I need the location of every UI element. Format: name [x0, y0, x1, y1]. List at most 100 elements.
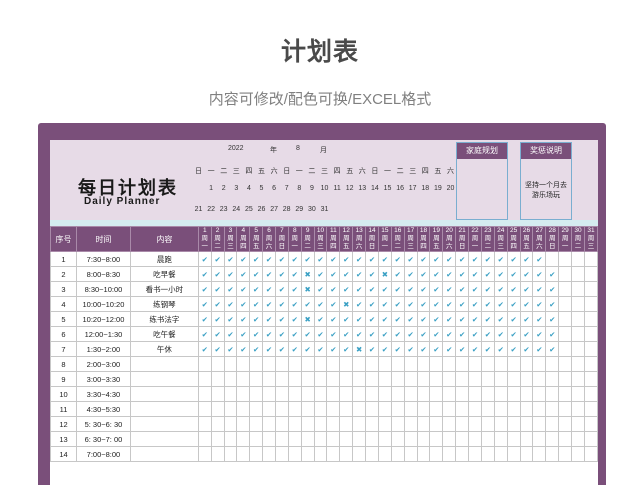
- day-cell[interactable]: [519, 386, 534, 402]
- check-icon[interactable]: ✔: [390, 311, 405, 327]
- day-cell[interactable]: [339, 386, 354, 402]
- day-cell[interactable]: [532, 446, 547, 462]
- day-cell[interactable]: [352, 356, 367, 372]
- check-icon[interactable]: ✔: [519, 311, 534, 327]
- check-icon[interactable]: ✔: [249, 341, 264, 357]
- check-icon[interactable]: ✔: [468, 251, 482, 267]
- row-content[interactable]: 看书一小时: [129, 281, 199, 297]
- row-time[interactable]: 10:00~10:20: [75, 296, 131, 312]
- row-number[interactable]: 4: [50, 296, 77, 312]
- check-icon[interactable]: ✔: [455, 326, 470, 342]
- check-icon[interactable]: ✔: [352, 311, 367, 327]
- check-icon[interactable]: ✔: [365, 341, 379, 357]
- day-cell[interactable]: [365, 416, 379, 432]
- check-icon[interactable]: ✔: [262, 251, 276, 267]
- day-cell[interactable]: [274, 386, 289, 402]
- day-cell[interactable]: [326, 401, 341, 417]
- day-cell[interactable]: [468, 356, 482, 372]
- day-cell[interactable]: [558, 401, 573, 417]
- check-icon[interactable]: ✔: [506, 296, 521, 312]
- check-icon[interactable]: ✔: [480, 266, 495, 282]
- check-icon[interactable]: ✔: [262, 311, 276, 327]
- day-cell[interactable]: [365, 446, 379, 462]
- day-cell[interactable]: [339, 416, 354, 432]
- day-cell[interactable]: [403, 446, 418, 462]
- check-icon[interactable]: ✔: [287, 251, 302, 267]
- check-icon[interactable]: ✔: [352, 266, 367, 282]
- row-content[interactable]: 吃早餐: [129, 266, 199, 282]
- day-cell[interactable]: [210, 446, 225, 462]
- day-cell[interactable]: [532, 386, 547, 402]
- row-time[interactable]: 7:00~8:00: [75, 446, 131, 462]
- year-value[interactable]: 2022: [228, 145, 244, 152]
- day-cell[interactable]: [442, 446, 457, 462]
- day-cell[interactable]: [583, 401, 599, 417]
- check-icon[interactable]: ✔: [390, 341, 405, 357]
- check-icon[interactable]: ✔: [390, 296, 405, 312]
- check-icon[interactable]: ✔: [249, 281, 264, 297]
- day-cell[interactable]: [352, 386, 367, 402]
- day-cell[interactable]: [326, 431, 341, 447]
- check-icon[interactable]: ✔: [249, 326, 264, 342]
- row-number[interactable]: 14: [50, 446, 77, 462]
- day-cell[interactable]: [197, 356, 212, 372]
- day-cell[interactable]: [287, 401, 302, 417]
- day-cell[interactable]: [287, 446, 302, 462]
- reward-box[interactable]: 奖惩说明 坚持一个月去 游乐场玩: [520, 142, 572, 220]
- check-icon[interactable]: ✔: [339, 326, 354, 342]
- check-icon[interactable]: ✔: [236, 266, 251, 282]
- check-icon[interactable]: ✔: [390, 281, 405, 297]
- day-cell[interactable]: [583, 431, 599, 447]
- row-time[interactable]: 6: 30~7: 00: [75, 431, 131, 447]
- check-icon[interactable]: ✔: [236, 311, 251, 327]
- check-icon[interactable]: ✔: [339, 251, 354, 267]
- day-cell[interactable]: [455, 401, 470, 417]
- day-cell[interactable]: [352, 401, 367, 417]
- day-cell[interactable]: [480, 431, 495, 447]
- day-cell[interactable]: [249, 431, 264, 447]
- day-cell[interactable]: [197, 371, 212, 387]
- check-icon[interactable]: ✔: [223, 281, 238, 297]
- day-cell[interactable]: [313, 386, 328, 402]
- check-icon[interactable]: ✔: [249, 266, 264, 282]
- day-cell[interactable]: [519, 356, 534, 372]
- check-icon[interactable]: ✔: [274, 251, 289, 267]
- row-number[interactable]: 2: [50, 266, 77, 282]
- check-icon[interactable]: ✔: [545, 296, 560, 312]
- day-cell[interactable]: [377, 431, 392, 447]
- day-cell[interactable]: [429, 371, 444, 387]
- check-icon[interactable]: ✔: [468, 296, 482, 312]
- check-icon[interactable]: ✔: [519, 281, 534, 297]
- check-icon[interactable]: ✔: [197, 266, 212, 282]
- day-cell[interactable]: [558, 281, 573, 297]
- day-cell[interactable]: [313, 431, 328, 447]
- row-time[interactable]: 10:20~12:00: [75, 311, 131, 327]
- day-cell[interactable]: [223, 401, 238, 417]
- check-icon[interactable]: ✔: [365, 251, 379, 267]
- check-icon[interactable]: ✔: [442, 326, 457, 342]
- check-icon[interactable]: ✔: [313, 326, 328, 342]
- check-icon[interactable]: ✔: [545, 281, 560, 297]
- check-icon[interactable]: ✔: [532, 311, 547, 327]
- day-cell[interactable]: [403, 356, 418, 372]
- check-icon[interactable]: ✔: [480, 326, 495, 342]
- check-icon[interactable]: ✔: [326, 266, 341, 282]
- day-cell[interactable]: [365, 371, 379, 387]
- day-cell[interactable]: [262, 356, 276, 372]
- day-cell[interactable]: [571, 281, 585, 297]
- check-icon[interactable]: ✔: [429, 266, 444, 282]
- day-cell[interactable]: [339, 401, 354, 417]
- day-cell[interactable]: [519, 401, 534, 417]
- check-icon[interactable]: ✔: [519, 326, 534, 342]
- day-cell[interactable]: [571, 431, 585, 447]
- check-icon[interactable]: ✔: [532, 296, 547, 312]
- check-icon[interactable]: ✔: [403, 341, 418, 357]
- day-cell[interactable]: [365, 431, 379, 447]
- check-icon[interactable]: ✔: [416, 341, 431, 357]
- check-icon[interactable]: ✔: [377, 296, 392, 312]
- day-cell[interactable]: [403, 371, 418, 387]
- check-icon[interactable]: ✔: [403, 296, 418, 312]
- day-cell[interactable]: [506, 371, 521, 387]
- day-cell[interactable]: [274, 356, 289, 372]
- day-cell[interactable]: [493, 401, 508, 417]
